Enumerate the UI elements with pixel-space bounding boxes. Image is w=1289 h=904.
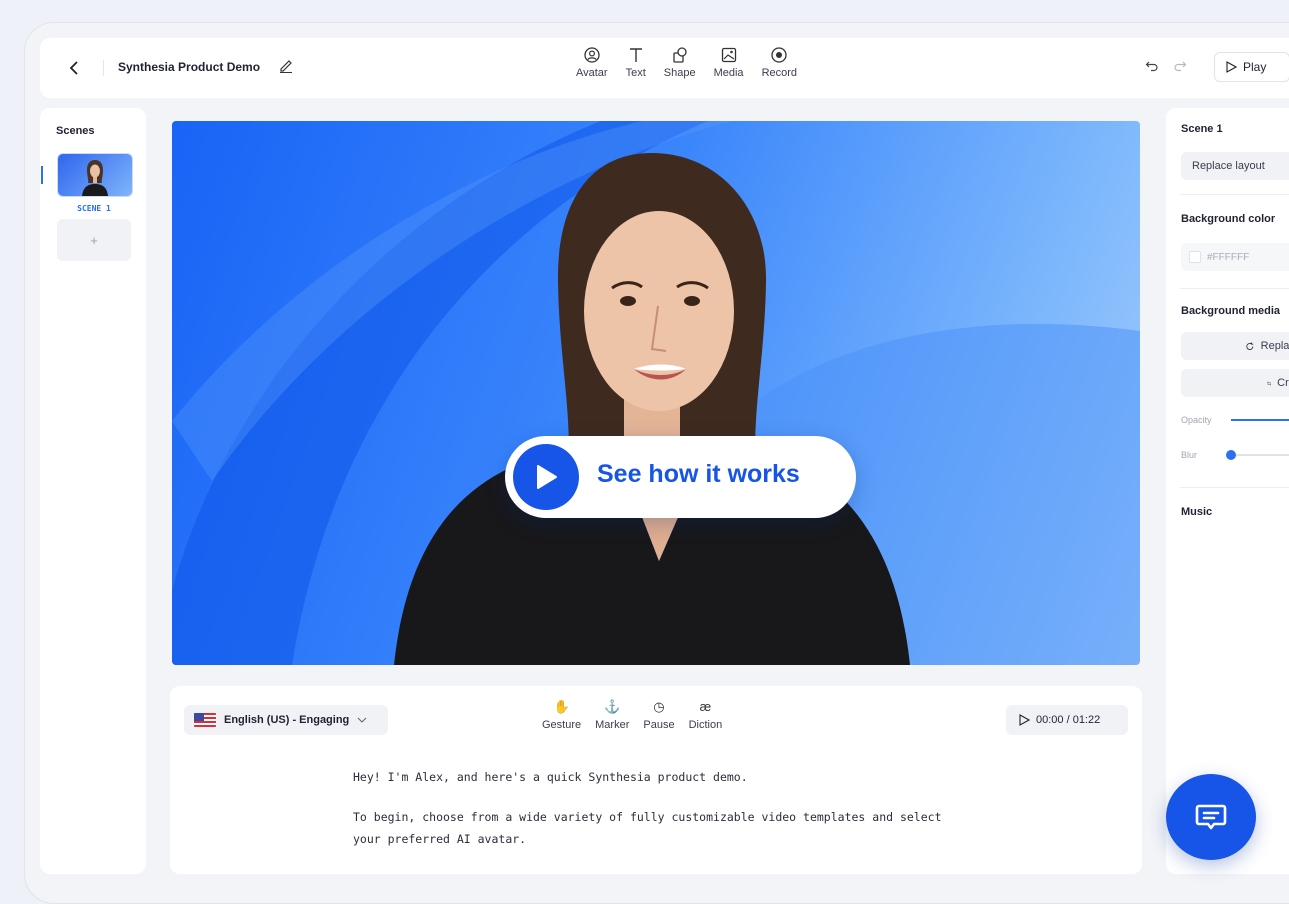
refresh-icon [1246, 341, 1254, 350]
gesture-label: Gesture [542, 719, 582, 731]
replace-layout-button[interactable]: Replace layout [1181, 152, 1289, 180]
scene-avatar-preview [82, 160, 108, 196]
music-title: Music [1181, 506, 1213, 518]
scene-label: SCENE 1 [77, 204, 111, 213]
insert-tools: Avatar Text Shape Media Record [576, 46, 797, 79]
play-button[interactable]: Play [1214, 52, 1289, 82]
pause-label: Pause [643, 719, 675, 731]
video-canvas[interactable] [172, 121, 1140, 665]
add-scene-button[interactable]: + [57, 219, 131, 261]
project-title[interactable]: Synthesia Product Demo [118, 60, 260, 74]
canvas-background [172, 121, 1140, 665]
shape-tool-label: Shape [663, 67, 696, 79]
back-button[interactable] [62, 54, 86, 82]
background-color-input[interactable]: #FFFFFF [1181, 243, 1289, 271]
language-label: English (US) - Engaging [224, 714, 350, 726]
redo-button[interactable] [1173, 58, 1187, 72]
script-paragraph: Hey! I'm Alex, and here's a quick Synthe… [353, 770, 748, 784]
play-label: Play [1243, 60, 1267, 74]
pause-button[interactable]: ◷ Pause [643, 699, 675, 732]
us-flag-icon [194, 713, 216, 727]
history-controls [1145, 58, 1187, 72]
chat-icon [1195, 804, 1227, 830]
script-editor[interactable]: Hey! I'm Alex, and here's a quick Synthe… [353, 766, 973, 868]
media-icon [721, 47, 736, 63]
shape-icon [673, 47, 687, 63]
marker-icon: ⚓ [604, 699, 621, 714]
language-voice-select[interactable]: English (US) - Engaging [184, 705, 388, 735]
active-scene-indicator [41, 166, 43, 184]
blur-slider-handle[interactable] [1226, 450, 1236, 460]
hand-icon: ✋ [553, 699, 570, 714]
replace-media-button[interactable]: Replace [1181, 332, 1289, 360]
text-icon [629, 48, 642, 62]
properties-panel: Scene 1 Replace layout Background color … [1166, 108, 1289, 874]
opacity-slider[interactable] [1231, 419, 1289, 421]
avatar-icon [584, 47, 600, 63]
replace-media-label: Replace [1260, 340, 1289, 352]
scene-title: Scene 1 [1181, 123, 1223, 135]
scenes-title: Scenes [56, 125, 95, 137]
chevron-left-icon [69, 61, 78, 75]
color-swatch [1189, 251, 1201, 263]
blur-slider-track [1228, 454, 1289, 456]
preview-playback-button[interactable]: 00:00 / 01:22 [1006, 705, 1128, 735]
blur-label: Blur [1181, 450, 1198, 460]
background-color-value: #FFFFFF [1207, 251, 1250, 263]
clock-icon: ◷ [653, 699, 665, 714]
play-outline-icon [1226, 61, 1237, 73]
media-tool-label: Media [713, 67, 744, 79]
script-paragraph: To begin, choose from a wide variety of … [353, 810, 942, 846]
see-how-it-works-button[interactable]: See how it works [505, 436, 856, 518]
script-panel: English (US) - Engaging ✋ Gesture ⚓ Mark… [170, 686, 1142, 874]
opacity-label: Opacity [1181, 415, 1212, 425]
background-media-title: Background media [1181, 305, 1281, 317]
divider [103, 60, 104, 76]
script-tools: ✋ Gesture ⚓ Marker ◷ Pause æ Diction [542, 699, 723, 732]
chevron-down-icon [357, 717, 367, 723]
divider [1180, 288, 1289, 289]
crop-button[interactable]: Crop [1181, 369, 1289, 397]
record-icon [771, 47, 787, 63]
play-outline-icon [1019, 714, 1030, 726]
text-tool-label: Text [625, 67, 646, 79]
play-icon [513, 444, 579, 510]
shape-tool-button[interactable]: Shape [664, 46, 696, 79]
diction-label: Diction [688, 719, 723, 731]
undo-button[interactable] [1145, 58, 1159, 72]
undo-icon [1145, 61, 1158, 72]
divider [1180, 194, 1289, 195]
redo-icon [1174, 61, 1187, 72]
marker-label: Marker [595, 719, 630, 731]
gesture-button[interactable]: ✋ Gesture [542, 699, 582, 732]
avatar-tool-button[interactable]: Avatar [576, 46, 608, 79]
duration-readout: 00:00 / 01:22 [1036, 714, 1101, 726]
diction-icon: æ [699, 699, 712, 714]
crop-icon [1267, 381, 1271, 385]
text-tool-button[interactable]: Text [626, 46, 646, 79]
marker-button[interactable]: ⚓ Marker [595, 699, 630, 732]
top-toolbar: Synthesia Product Demo Avatar Text Shape… [40, 38, 1289, 98]
scenes-panel: Scenes SCENE 1 + [40, 108, 146, 874]
scene-thumbnail[interactable] [57, 153, 133, 197]
chat-support-button[interactable] [1166, 774, 1256, 860]
background-color-title: Background color [1181, 213, 1276, 225]
record-tool-button[interactable]: Record [762, 46, 797, 79]
cta-label: See how it works [597, 460, 800, 488]
divider [1180, 487, 1289, 488]
record-tool-label: Record [761, 67, 798, 79]
crop-label: Crop [1277, 377, 1289, 389]
avatar-tool-label: Avatar [576, 67, 608, 79]
pencil-icon[interactable] [278, 57, 294, 78]
diction-button[interactable]: æ Diction [688, 699, 723, 732]
media-tool-button[interactable]: Media [714, 46, 744, 79]
